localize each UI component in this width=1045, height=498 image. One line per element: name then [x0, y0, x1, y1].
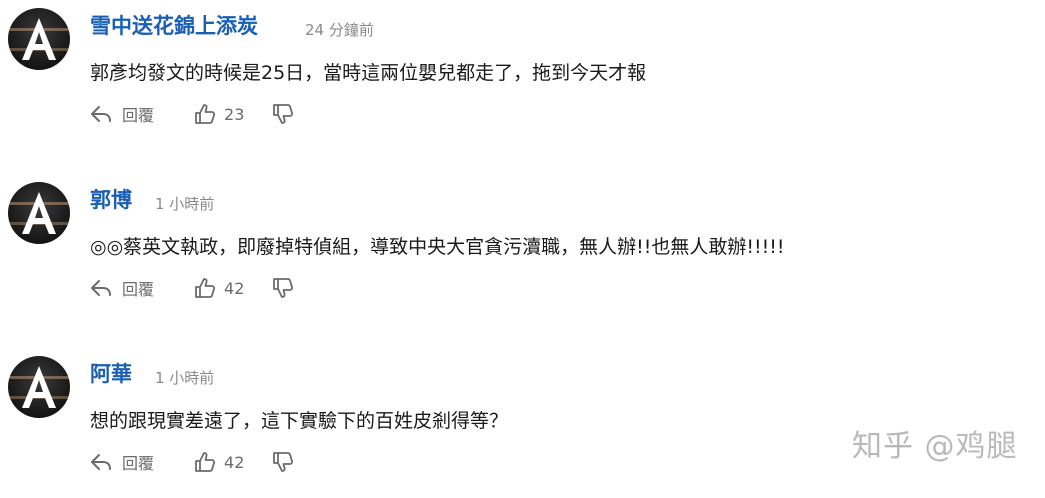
comment-actions: 回覆 42 [90, 449, 294, 475]
timestamp: 1 小時前 [155, 369, 215, 387]
comment-text: 想的跟現實差遠了，這下實驗下的百姓皮剎得等？ [90, 410, 509, 432]
comment-actions: 回覆 42 [90, 275, 294, 301]
timestamp: 24 分鐘前 [305, 21, 374, 39]
like-button[interactable]: 42 [194, 451, 244, 473]
thumbs-up-icon [195, 104, 216, 124]
thumbs-down-icon [273, 104, 294, 124]
watermark: 知乎 @鸡腿 [852, 429, 1018, 464]
author-name[interactable]: 郭博 [90, 184, 132, 214]
like-button[interactable]: 23 [194, 103, 244, 125]
thumbs-up-icon [195, 278, 216, 298]
author-name[interactable]: 雪中送花錦上添炭 [90, 10, 258, 40]
comment-text: ◎◎蔡英文執政，即廢掉特偵組，導致中央大官貪污瀆職，無人辦!!也無人敢辦!!!!… [90, 236, 785, 258]
reply-icon [91, 280, 111, 296]
timestamp: 1 小時前 [155, 195, 215, 213]
reply-button[interactable]: 回覆 [90, 450, 154, 474]
like-button[interactable]: 42 [194, 277, 244, 299]
comment-actions: 回覆 23 [90, 101, 294, 127]
reply-label: 回覆 [122, 106, 155, 125]
thumbs-down-icon [273, 278, 294, 298]
reply-label: 回覆 [122, 454, 155, 473]
author-name[interactable]: 阿華 [90, 358, 132, 388]
dislike-button[interactable] [272, 277, 294, 299]
comment-text: 郭彥均發文的時候是25日，當時這兩位嬰兒都走了，拖到今天才報 [90, 62, 647, 84]
reply-icon [91, 106, 111, 122]
dislike-button[interactable] [272, 103, 294, 125]
like-count: 23 [224, 104, 245, 124]
reply-button[interactable]: 回覆 [90, 276, 154, 300]
avatar[interactable] [8, 8, 70, 70]
like-count: 42 [224, 278, 245, 298]
avatar[interactable] [8, 356, 70, 418]
comment-item: 郭博 1 小時前 ◎◎蔡英文執政，即廢掉特偵組，導致中央大官貪污瀆職，無人辦!!… [0, 174, 1045, 324]
comment-item: 雪中送花錦上添炭 24 分鐘前 郭彥均發文的時候是25日，當時這兩位嬰兒都走了，… [0, 0, 1045, 150]
thumbs-down-icon [273, 452, 294, 472]
like-count: 42 [224, 452, 245, 472]
reply-icon [91, 454, 111, 470]
thumbs-up-icon [195, 452, 216, 472]
reply-button[interactable]: 回覆 [90, 102, 154, 126]
reply-label: 回覆 [122, 280, 155, 299]
avatar[interactable] [8, 182, 70, 244]
dislike-button[interactable] [272, 451, 294, 473]
